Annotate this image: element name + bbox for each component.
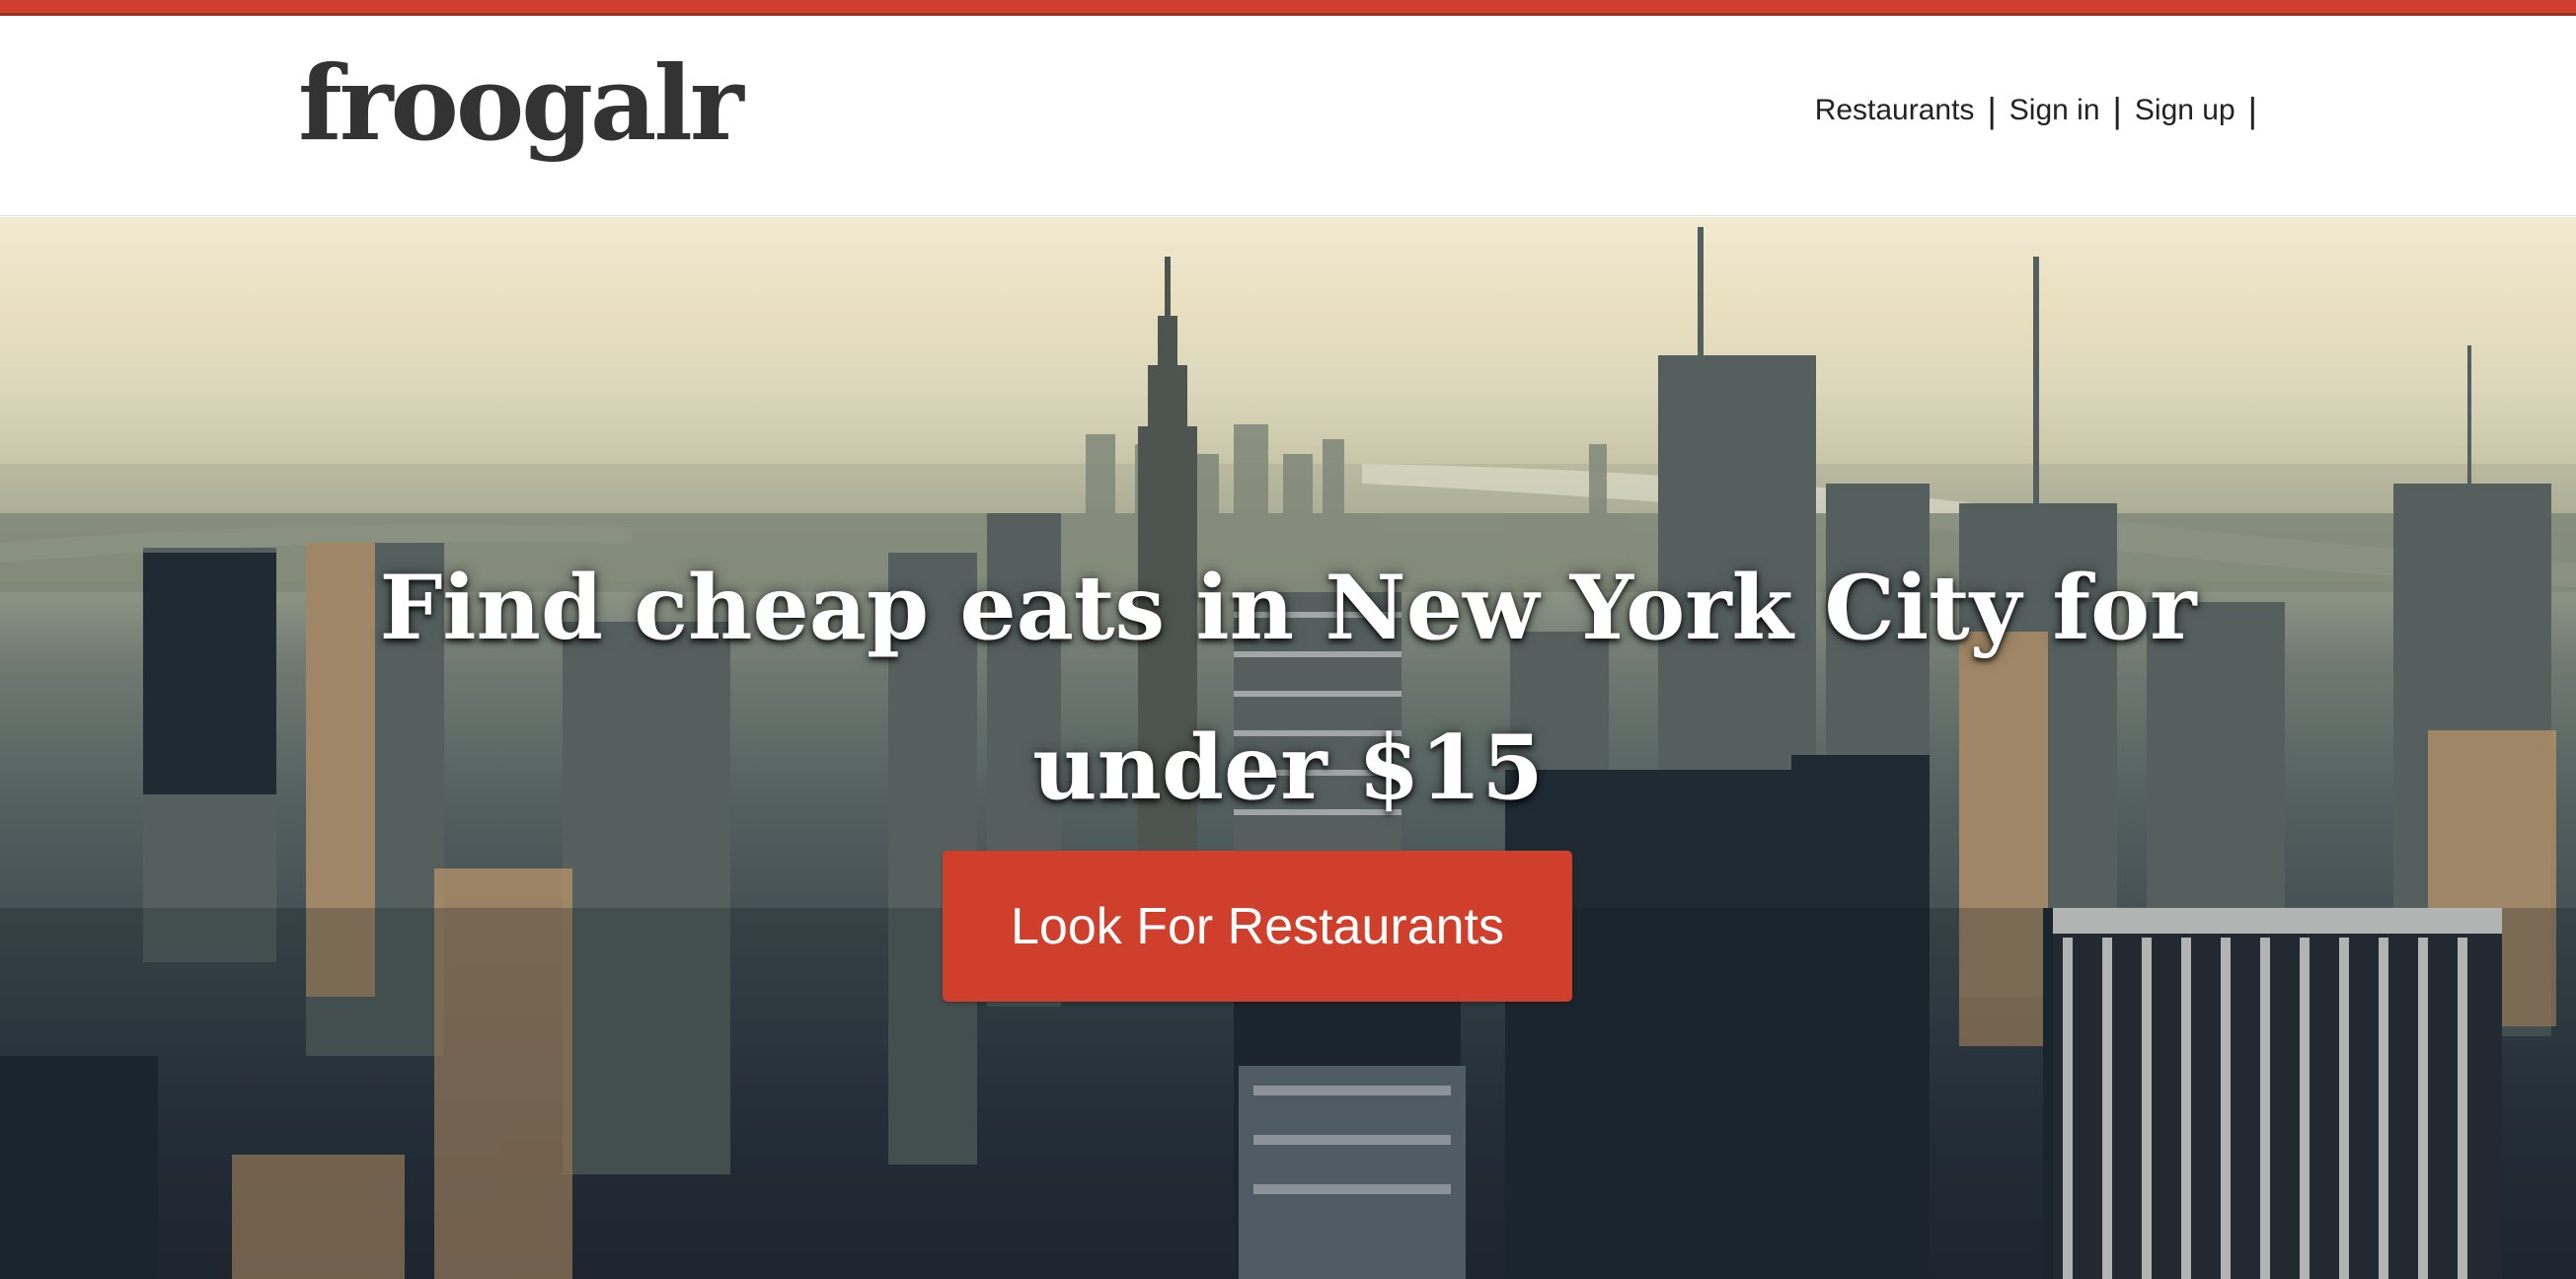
nav-link-sign-in[interactable]: Sign in <box>2009 94 2100 127</box>
page: froogalr Restaurants | Sign in | Sign up… <box>0 0 2576 1279</box>
nav-link-restaurants[interactable]: Restaurants <box>1815 94 1975 127</box>
top-accent-bar <box>0 0 2576 16</box>
nav-separator: | <box>2112 90 2122 130</box>
hero-title: Find cheap eats in New York City for und… <box>379 556 2197 820</box>
top-nav: Restaurants | Sign in | Sign up | <box>1815 93 2270 128</box>
hero-section: Find cheap eats in New York City for und… <box>0 217 2576 1279</box>
site-header: froogalr Restaurants | Sign in | Sign up… <box>0 16 2576 216</box>
nav-link-sign-up[interactable]: Sign up <box>2135 94 2235 127</box>
nav-separator: | <box>1987 90 1997 130</box>
look-for-restaurants-button[interactable]: Look For Restaurants <box>943 851 1572 1002</box>
site-logo[interactable]: froogalr <box>298 46 744 160</box>
nav-separator: | <box>2247 90 2257 130</box>
